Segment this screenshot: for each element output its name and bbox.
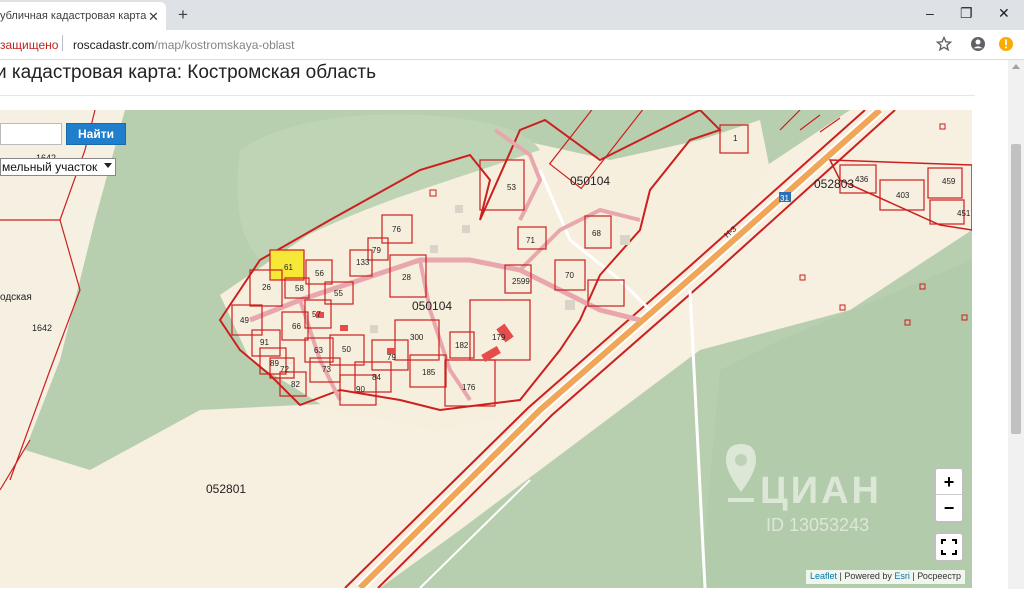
parcel-number: 58	[295, 284, 304, 293]
parcel-number: 70	[565, 271, 574, 280]
parcel-number: 133	[356, 258, 370, 267]
parcel-number: 91	[260, 338, 269, 347]
parcel-number: 79	[387, 353, 396, 362]
new-tab-button[interactable]: +	[178, 5, 188, 25]
attribution-sep-2: | Росреестр	[909, 571, 962, 581]
url-text[interactable]: roscadastr.com/map/kostromskaya-oblast	[73, 38, 294, 52]
parcel-number: 49	[240, 316, 249, 325]
zoom-control: + −	[934, 467, 964, 523]
attribution-sep-1: | Powered by	[837, 571, 895, 581]
url-host: roscadastr.com	[73, 38, 155, 52]
parcel-number: 68	[592, 229, 601, 238]
parcel-number: 76	[392, 225, 401, 234]
cadastral-map[interactable]: 31 H-3 050104 050104 052803 052801 1642 …	[0, 110, 972, 588]
tab-close-icon[interactable]: ✕	[148, 9, 159, 25]
minimize-button[interactable]: –	[926, 5, 934, 21]
parcel-number: 50	[342, 345, 351, 354]
tab-title: убличная кадастровая карта	[0, 10, 147, 22]
parcel-number: 1	[733, 134, 738, 143]
parcel-number: 72	[280, 365, 289, 374]
search-input[interactable]	[0, 123, 62, 145]
left-parcel-number-bottom: 1642	[32, 323, 52, 333]
parcel-number: 436	[855, 175, 869, 184]
district-label-center-lower: 050104	[412, 299, 452, 313]
close-window-button[interactable]: ✕	[998, 5, 1010, 22]
browser-tabstrip: убличная кадастровая карта ✕ + – ❐ ✕	[0, 0, 1024, 30]
esri-link[interactable]: Esri	[894, 571, 910, 581]
parcel-number: 82	[291, 380, 300, 389]
page-content: и кадастровая карта: Костромская область	[0, 60, 1024, 589]
parcel-number: 84	[372, 373, 381, 382]
parcel-number: 89	[270, 359, 279, 368]
parcel-number: 71	[526, 236, 535, 245]
address-bar[interactable]: защищено roscadastr.com/map/kostromskaya…	[0, 33, 960, 57]
parcel-number: 28	[402, 273, 411, 282]
search-button[interactable]: Найти	[66, 123, 126, 145]
parcel-number: 90	[356, 385, 365, 394]
fullscreen-button[interactable]	[934, 532, 964, 562]
leaflet-link[interactable]: Leaflet	[810, 571, 837, 581]
parcel-number: 55	[334, 289, 343, 298]
account-icon[interactable]	[970, 36, 986, 52]
watermark-id: ID 13053243	[766, 515, 870, 535]
page-title: и кадастровая карта: Костромская область	[0, 62, 376, 83]
parcel-number: 61	[284, 263, 293, 272]
parcel-number: 451	[957, 209, 971, 218]
district-label-southwest: 052801	[206, 482, 246, 496]
browser-toolbar: защищено roscadastr.com/map/kostromskaya…	[0, 30, 1024, 60]
parcel-number: 182	[455, 341, 469, 350]
parcel-number: 2599	[512, 277, 530, 286]
parcel-number: 403	[896, 191, 910, 200]
parcel-number: 66	[292, 322, 301, 331]
address-separator	[62, 35, 63, 51]
object-type-select[interactable]: мельный участок	[0, 158, 116, 176]
restore-button[interactable]: ❐	[960, 5, 973, 22]
parcel-number: 63	[314, 346, 323, 355]
map-attribution: Leaflet | Powered by Esri | Росреестр	[806, 570, 966, 584]
url-path: /map/kostromskaya-oblast	[154, 38, 295, 52]
watermark-brand: ЦИАН	[760, 470, 882, 512]
left-place-name: одская	[0, 292, 32, 303]
parcel-number: 300	[410, 333, 424, 342]
district-label-east: 052803	[814, 177, 854, 191]
parcel-number: 185	[422, 368, 436, 377]
scroll-up-icon[interactable]	[1012, 64, 1020, 69]
scrollbar-thumb[interactable]	[1011, 144, 1021, 434]
parcel-number: 176	[462, 383, 476, 392]
update-warning-icon[interactable]	[998, 36, 1014, 52]
road-badge-text: 31	[780, 194, 789, 203]
parcel-number: 26	[262, 283, 271, 292]
security-warning[interactable]: защищено	[0, 38, 58, 52]
title-divider	[0, 95, 975, 96]
parcel-number: 73	[322, 365, 331, 374]
star-icon[interactable]	[936, 36, 952, 52]
location-pin-icon	[726, 444, 756, 502]
chevron-down-icon	[104, 163, 112, 168]
watermark: ЦИАН ID 13053243	[700, 440, 920, 540]
page-scrollbar[interactable]	[1008, 60, 1024, 589]
parcel-number: 56	[315, 269, 324, 278]
parcel-number: 79	[372, 246, 381, 255]
parcel-number: 57	[312, 310, 321, 319]
parcel-number: 459	[942, 177, 956, 186]
zoom-in-button[interactable]: +	[936, 469, 962, 495]
zoom-out-button[interactable]: −	[936, 495, 962, 521]
parcel-number: 53	[507, 183, 516, 192]
parcel-number: 179	[492, 333, 506, 342]
browser-tab[interactable]: убличная кадастровая карта ✕	[0, 2, 166, 30]
object-type-value: мельный участок	[2, 160, 98, 174]
fullscreen-icon	[941, 539, 957, 555]
district-label-center: 050104	[570, 174, 610, 188]
